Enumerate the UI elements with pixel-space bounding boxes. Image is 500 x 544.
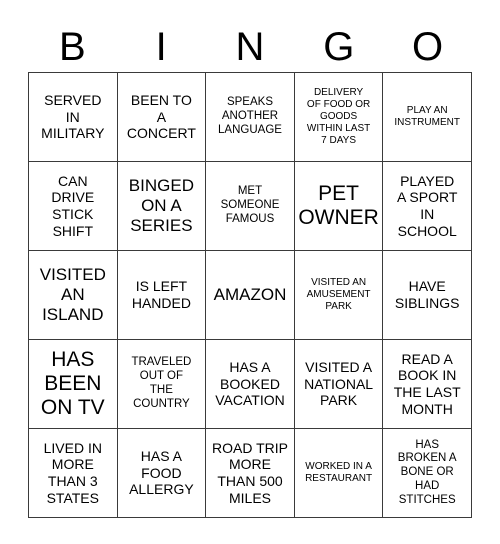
bingo-card: B I N G O SERVED IN MILITARY BEEN TO A C… <box>0 0 500 544</box>
bingo-cell-g5[interactable]: WORKED IN A RESTAURANT <box>294 429 384 518</box>
bingo-cell-g2[interactable]: PET OWNER <box>294 162 384 251</box>
bingo-cell-text: HAVE SIBLINGS <box>394 278 460 311</box>
bingo-header-letter-g: G <box>323 25 355 69</box>
bingo-cell-o3[interactable]: HAVE SIBLINGS <box>383 251 472 340</box>
bingo-cell-text: MET SOMEONE FAMOUS <box>220 185 280 225</box>
bingo-cell-text: VISITED AN ISLAND <box>39 265 106 324</box>
bingo-cell-b5[interactable]: LIVED IN MORE THAN 3 STATES <box>29 429 118 518</box>
bingo-cell-o4[interactable]: READ A BOOK IN THE LAST MONTH <box>383 340 472 429</box>
bingo-cell-o5[interactable]: HAS BROKEN A BONE OR HAD STITCHES <box>383 429 472 518</box>
bingo-cell-text: HAS A BOOKED VACATION <box>215 359 285 409</box>
bingo-cell-text: VISITED AN AMUSEMENT PARK <box>306 276 371 313</box>
bingo-cell-text: ROAD TRIP MORE THAN 500 MILES <box>212 439 288 506</box>
bingo-cell-text: HAS BEEN ON TV <box>40 348 105 419</box>
bingo-cell-i3[interactable]: IS LEFT HANDED <box>117 251 207 340</box>
bingo-cell-n3[interactable]: AMAZON <box>206 251 295 340</box>
bingo-cell-text: CAN DRIVE STICK SHIFT <box>51 172 95 239</box>
bingo-cell-text: VISITED A NATIONAL PARK <box>304 359 374 409</box>
bingo-cell-g4[interactable]: VISITED A NATIONAL PARK <box>294 340 384 429</box>
bingo-cell-text: READ A BOOK IN THE LAST MONTH <box>393 350 461 417</box>
bingo-cell-i5[interactable]: HAS A FOOD ALLERGY <box>117 429 207 518</box>
bingo-grid: SERVED IN MILITARY BEEN TO A CONCERT SPE… <box>28 72 472 518</box>
bingo-cell-o1[interactable]: PLAY AN INSTRUMENT <box>383 73 472 162</box>
bingo-cell-text: BEEN TO A CONCERT <box>126 92 196 142</box>
bingo-cell-i4[interactable]: TRAVELED OUT OF THE COUNTRY <box>117 340 207 429</box>
bingo-header-letter-o: O <box>412 25 444 69</box>
bingo-cell-text: AMAZON <box>213 285 287 305</box>
bingo-header-letter-b: B <box>59 25 86 69</box>
bingo-cell-text: IS LEFT HANDED <box>131 278 191 311</box>
bingo-cell-n5[interactable]: ROAD TRIP MORE THAN 500 MILES <box>206 429 295 518</box>
bingo-cell-n4[interactable]: HAS A BOOKED VACATION <box>206 340 295 429</box>
bingo-cell-b1[interactable]: SERVED IN MILITARY <box>29 73 118 162</box>
bingo-cell-i1[interactable]: BEEN TO A CONCERT <box>117 73 207 162</box>
bingo-cell-i2[interactable]: BINGED ON A SERIES <box>117 162 207 251</box>
bingo-cell-g1[interactable]: DELIVERY OF FOOD OR GOODS WITHIN LAST 7 … <box>294 73 384 162</box>
bingo-cell-text: HAS A FOOD ALLERGY <box>129 448 194 498</box>
bingo-header-letter-n: N <box>235 25 265 69</box>
bingo-cell-text: PET OWNER <box>298 182 379 229</box>
bingo-header: B I N G O <box>28 22 472 72</box>
bingo-cell-text: WORKED IN A RESTAURANT <box>305 460 373 484</box>
bingo-cell-o2[interactable]: PLAYED A SPORT IN SCHOOL <box>383 162 472 251</box>
bingo-cell-b2[interactable]: CAN DRIVE STICK SHIFT <box>29 162 118 251</box>
bingo-cell-b4[interactable]: HAS BEEN ON TV <box>29 340 118 429</box>
bingo-cell-text: SPEAKS ANOTHER LANGUAGE <box>218 96 282 136</box>
bingo-cell-b3[interactable]: VISITED AN ISLAND <box>29 251 118 340</box>
bingo-cell-text: PLAY AN INSTRUMENT <box>394 104 460 128</box>
bingo-cell-text: LIVED IN MORE THAN 3 STATES <box>43 439 102 506</box>
bingo-header-letter-i: I <box>155 25 167 69</box>
bingo-cell-g3[interactable]: VISITED AN AMUSEMENT PARK <box>294 251 384 340</box>
bingo-cell-text: SERVED IN MILITARY <box>41 92 105 142</box>
bingo-cell-text: TRAVELED OUT OF THE COUNTRY <box>131 356 192 410</box>
bingo-cell-text: DELIVERY OF FOOD OR GOODS WITHIN LAST 7 … <box>306 86 371 147</box>
bingo-cell-n1[interactable]: SPEAKS ANOTHER LANGUAGE <box>206 73 295 162</box>
bingo-cell-text: HAS BROKEN A BONE OR HAD STITCHES <box>397 438 457 506</box>
bingo-cell-n2[interactable]: MET SOMEONE FAMOUS <box>206 162 295 251</box>
bingo-cell-text: BINGED ON A SERIES <box>128 176 194 235</box>
bingo-cell-text: PLAYED A SPORT IN SCHOOL <box>396 172 458 239</box>
